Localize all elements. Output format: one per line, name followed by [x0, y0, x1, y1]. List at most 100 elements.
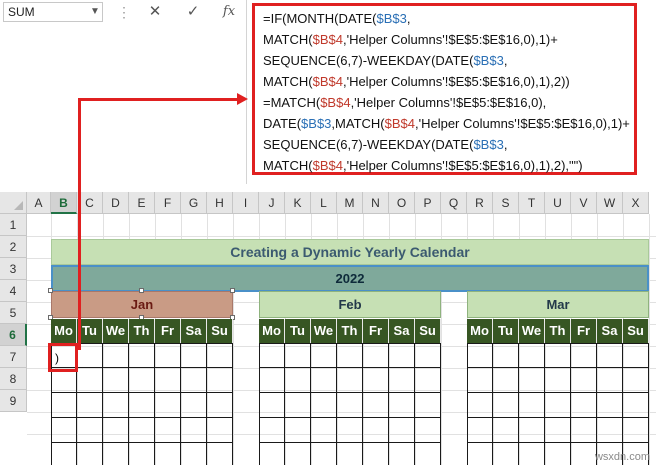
date-cell[interactable] — [77, 443, 103, 465]
date-cell[interactable] — [415, 443, 441, 465]
date-cell[interactable] — [155, 343, 181, 368]
formula-text[interactable]: =IF(MONTH(DATE($B$3, MATCH($B$4,'Helper C… — [263, 8, 630, 176]
column-header-d[interactable]: D — [103, 192, 129, 214]
date-cell[interactable] — [597, 418, 623, 443]
date-cell[interactable] — [311, 418, 337, 443]
date-cell[interactable] — [337, 393, 363, 418]
date-cell[interactable] — [103, 343, 129, 368]
date-cell[interactable] — [51, 393, 77, 418]
date-cell[interactable] — [285, 393, 311, 418]
date-cell[interactable] — [207, 443, 233, 465]
column-header-x[interactable]: X — [623, 192, 649, 214]
date-cell[interactable] — [467, 443, 493, 465]
calendar-title[interactable]: Creating a Dynamic Yearly Calendar — [51, 239, 649, 265]
date-cell[interactable] — [181, 368, 207, 393]
date-cell[interactable] — [129, 368, 155, 393]
date-cell[interactable] — [337, 443, 363, 465]
name-box[interactable]: SUM — [3, 2, 103, 22]
column-header-e[interactable]: E — [129, 192, 155, 214]
date-cell[interactable] — [623, 368, 649, 393]
cancel-icon[interactable]: ✕ — [144, 2, 166, 22]
column-header-j[interactable]: J — [259, 192, 285, 214]
date-cell[interactable] — [181, 418, 207, 443]
date-cell[interactable] — [519, 368, 545, 393]
date-cell[interactable] — [519, 393, 545, 418]
row-header-9[interactable]: 9 — [0, 390, 27, 412]
date-cell[interactable] — [103, 393, 129, 418]
date-cell[interactable] — [51, 443, 77, 465]
row-header-6[interactable]: 6 — [0, 324, 27, 346]
date-cell[interactable] — [337, 343, 363, 368]
date-cell[interactable] — [311, 343, 337, 368]
date-cell[interactable] — [207, 393, 233, 418]
date-cell[interactable] — [623, 418, 649, 443]
date-cell[interactable] — [259, 393, 285, 418]
column-header-l[interactable]: L — [311, 192, 337, 214]
date-cell[interactable] — [467, 418, 493, 443]
date-cell[interactable] — [415, 418, 441, 443]
date-cell[interactable] — [597, 368, 623, 393]
row-header-1[interactable]: 1 — [0, 214, 27, 236]
column-header-b[interactable]: B — [51, 192, 77, 214]
column-header-g[interactable]: G — [181, 192, 207, 214]
row-header-3[interactable]: 3 — [0, 258, 27, 280]
date-cell[interactable] — [389, 393, 415, 418]
resize-handle[interactable] — [48, 288, 53, 293]
date-cell[interactable] — [493, 443, 519, 465]
date-cell[interactable] — [311, 368, 337, 393]
row-header-7[interactable]: 7 — [0, 346, 27, 368]
column-header-k[interactable]: K — [285, 192, 311, 214]
date-cell[interactable] — [259, 443, 285, 465]
date-cell[interactable] — [519, 343, 545, 368]
date-cell[interactable] — [519, 418, 545, 443]
date-cell[interactable] — [623, 393, 649, 418]
row-header-4[interactable]: 4 — [0, 280, 27, 302]
date-cell[interactable] — [493, 393, 519, 418]
date-cell[interactable] — [207, 368, 233, 393]
date-cell[interactable] — [311, 393, 337, 418]
resize-handle[interactable] — [230, 288, 235, 293]
insert-function-icon[interactable]: fx — [218, 2, 240, 22]
column-header-v[interactable]: V — [571, 192, 597, 214]
date-cell[interactable] — [103, 368, 129, 393]
column-header-r[interactable]: R — [467, 192, 493, 214]
row-header-8[interactable]: 8 — [0, 368, 27, 390]
date-cell[interactable] — [363, 368, 389, 393]
column-header-a[interactable]: A — [27, 192, 51, 214]
name-box-dropdown-icon[interactable]: ▼ — [90, 6, 100, 17]
date-cell[interactable] — [623, 343, 649, 368]
date-cell[interactable] — [155, 443, 181, 465]
date-cell[interactable] — [415, 368, 441, 393]
column-header-n[interactable]: N — [363, 192, 389, 214]
date-cell[interactable] — [571, 343, 597, 368]
date-cell[interactable] — [493, 368, 519, 393]
date-cell[interactable] — [285, 343, 311, 368]
date-cell[interactable] — [389, 368, 415, 393]
enter-icon[interactable]: ✓ — [182, 2, 204, 22]
date-cell[interactable] — [337, 418, 363, 443]
date-cell[interactable] — [545, 343, 571, 368]
date-cell[interactable] — [415, 343, 441, 368]
date-cell[interactable] — [493, 343, 519, 368]
date-cell[interactable] — [545, 368, 571, 393]
date-cell[interactable] — [363, 393, 389, 418]
resize-handle[interactable] — [139, 288, 144, 293]
date-cell[interactable] — [493, 418, 519, 443]
month-header-mar[interactable]: Mar — [467, 291, 649, 318]
date-cell[interactable] — [259, 343, 285, 368]
date-cell[interactable] — [467, 343, 493, 368]
date-cell[interactable] — [545, 393, 571, 418]
column-header-u[interactable]: U — [545, 192, 571, 214]
date-cell[interactable] — [545, 418, 571, 443]
date-cell[interactable] — [363, 443, 389, 465]
date-cell[interactable] — [77, 393, 103, 418]
column-header-q[interactable]: Q — [441, 192, 467, 214]
column-header-p[interactable]: P — [415, 192, 441, 214]
date-cell[interactable] — [571, 393, 597, 418]
date-cell[interactable] — [181, 393, 207, 418]
date-cell[interactable] — [285, 418, 311, 443]
select-all-button[interactable] — [0, 192, 27, 214]
date-cell[interactable] — [363, 418, 389, 443]
date-cell[interactable] — [129, 343, 155, 368]
column-header-s[interactable]: S — [493, 192, 519, 214]
